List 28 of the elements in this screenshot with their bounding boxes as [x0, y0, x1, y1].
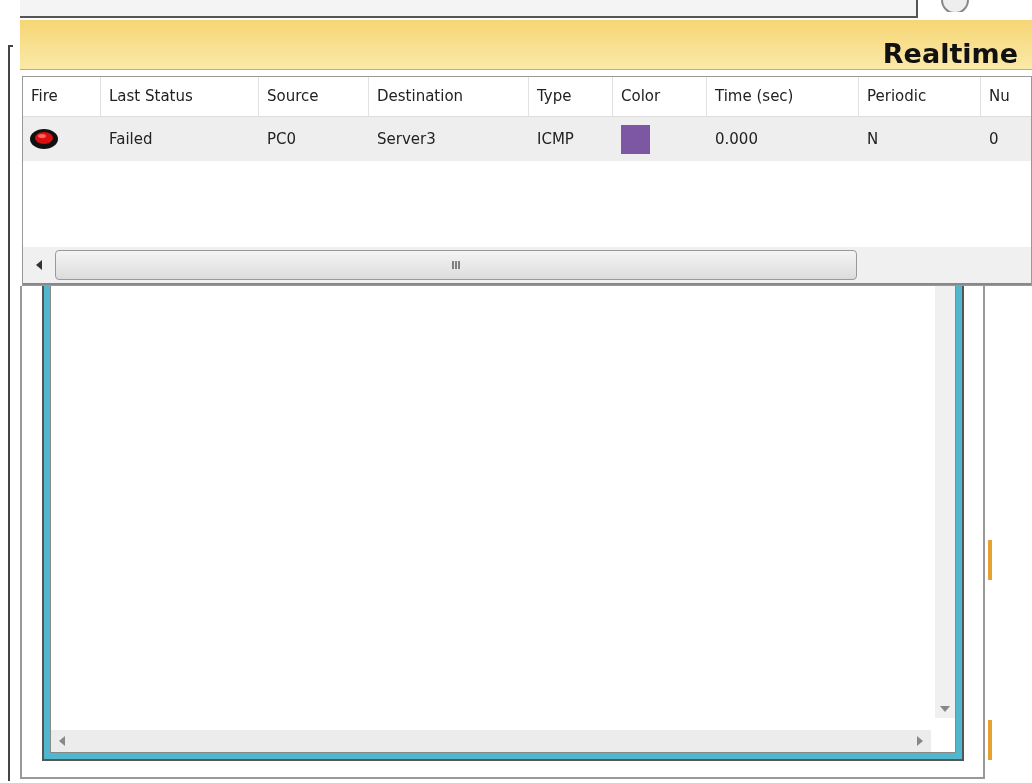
- column-header[interactable]: Source: [259, 77, 369, 116]
- table-cell-text: N: [867, 128, 879, 150]
- column-header[interactable]: Destination: [369, 77, 529, 116]
- fire-button-icon[interactable]: [29, 128, 59, 150]
- column-header[interactable]: Color: [613, 77, 707, 116]
- horizontal-scrollbar[interactable]: [51, 730, 931, 752]
- mode-title[interactable]: Realtime: [882, 22, 1018, 67]
- column-header[interactable]: Time (sec): [707, 77, 859, 116]
- column-header[interactable]: Type: [529, 77, 613, 116]
- scrollbar-thumb[interactable]: [55, 250, 857, 280]
- column-header[interactable]: Nu: [981, 77, 1032, 116]
- table-cell-text: Failed: [109, 128, 153, 150]
- table-cell-text: Server3: [377, 128, 436, 150]
- left-arrow-icon[interactable]: [35, 260, 43, 270]
- column-header[interactable]: Last Status: [101, 77, 259, 116]
- column-header[interactable]: Periodic: [859, 77, 981, 116]
- side-strip: [988, 540, 992, 580]
- table-cell-text: 0: [989, 128, 999, 150]
- down-arrow-icon[interactable]: [940, 706, 950, 712]
- side-strip: [988, 720, 992, 760]
- column-header[interactable]: Fire: [23, 77, 101, 116]
- horizontal-scrollbar[interactable]: [23, 247, 1031, 285]
- table-cell-text: ICMP: [537, 128, 574, 150]
- grip-icon: [451, 260, 461, 270]
- right-arrow-icon[interactable]: [917, 736, 923, 746]
- table-cell-text: PC0: [267, 128, 297, 150]
- vertical-scrollbar[interactable]: [935, 286, 955, 718]
- table-cell-text: 0.000: [715, 128, 758, 150]
